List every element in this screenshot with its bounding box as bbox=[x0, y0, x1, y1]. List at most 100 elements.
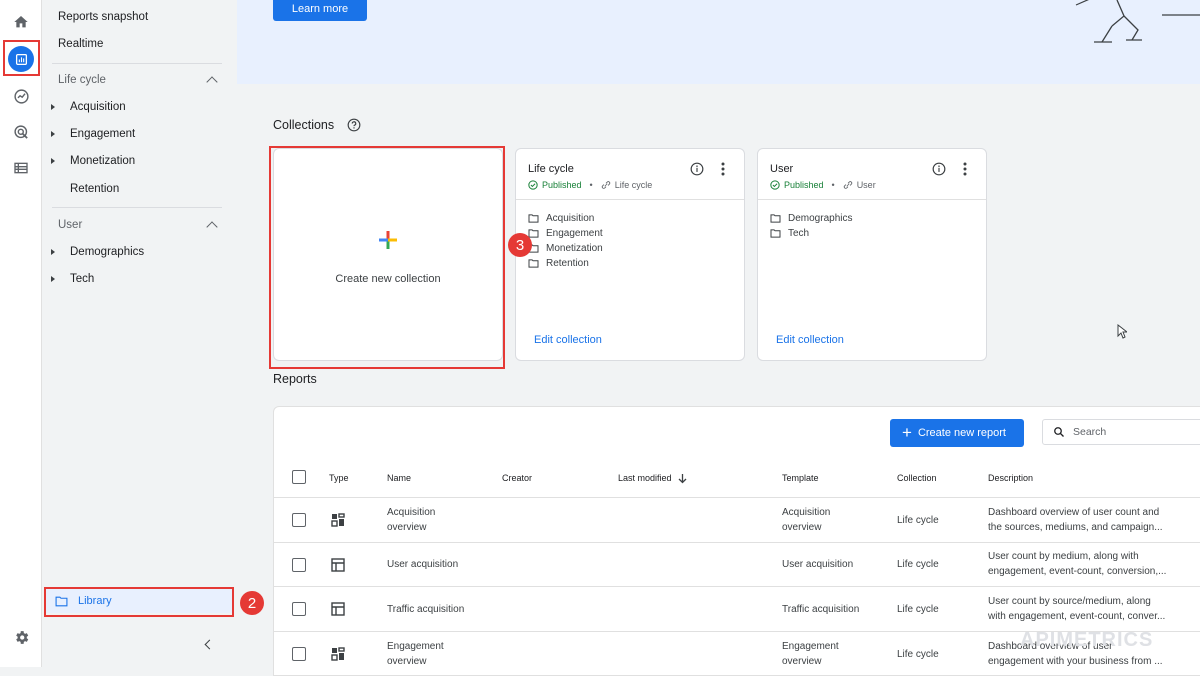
col-creator[interactable]: Creator bbox=[502, 473, 532, 483]
caret-right-icon bbox=[51, 158, 55, 164]
caret-right-icon bbox=[51, 104, 55, 110]
row-checkbox[interactable] bbox=[292, 513, 306, 527]
folder-icon bbox=[770, 229, 781, 238]
nav-divider bbox=[52, 63, 222, 64]
folder-icon bbox=[528, 214, 539, 223]
link-icon bbox=[843, 181, 852, 189]
search-placeholder: Search bbox=[1073, 426, 1107, 438]
link-icon bbox=[601, 181, 610, 189]
explore-icon[interactable] bbox=[9, 84, 33, 108]
report-name: Acquisition overview bbox=[387, 507, 436, 533]
col-collection[interactable]: Collection bbox=[897, 473, 937, 483]
nav-tech[interactable]: Tech bbox=[70, 273, 94, 285]
search-icon bbox=[1054, 427, 1064, 437]
folder-item: Engagement bbox=[528, 228, 603, 239]
chevron-up-icon[interactable] bbox=[206, 76, 218, 88]
info-banner: Learn more bbox=[237, 0, 1200, 84]
col-template[interactable]: Template bbox=[782, 473, 819, 483]
folder-icon bbox=[528, 229, 539, 238]
folder-item: Acquisition bbox=[528, 213, 594, 224]
report-template: Acquisition overview bbox=[782, 507, 831, 533]
home-icon[interactable] bbox=[9, 10, 33, 34]
collections-title: Collections bbox=[273, 118, 335, 132]
nav-monetization[interactable]: Monetization bbox=[70, 155, 135, 167]
card-title: User bbox=[770, 163, 794, 175]
report-collection: Life cycle bbox=[897, 515, 939, 526]
nav-section-user[interactable]: User bbox=[58, 219, 82, 231]
report-description: User count by source/medium, along with e… bbox=[988, 596, 1166, 622]
highlight-box-reports bbox=[3, 40, 40, 76]
collapse-nav-icon[interactable] bbox=[204, 639, 215, 650]
report-name: Traffic acquisition bbox=[387, 604, 465, 615]
report-name: User acquisition bbox=[387, 559, 459, 570]
annotation-badge-3: 3 bbox=[508, 233, 532, 257]
search-input[interactable]: Search bbox=[1042, 419, 1200, 445]
folder-item: Retention bbox=[528, 258, 589, 269]
nav-realtime[interactable]: Realtime bbox=[58, 38, 103, 50]
folder-item: Tech bbox=[770, 228, 809, 239]
watermark-text: APIMETRICS bbox=[1020, 629, 1154, 651]
published-label: Published bbox=[784, 180, 824, 190]
report-template: User acquisition bbox=[782, 559, 854, 570]
banner-illustration bbox=[1075, 0, 1200, 43]
chevron-up-icon[interactable] bbox=[206, 221, 218, 233]
table-icon bbox=[331, 558, 345, 572]
col-type[interactable]: Type bbox=[329, 473, 349, 483]
nav-reports-snapshot[interactable]: Reports snapshot bbox=[58, 11, 148, 23]
report-name: Engagement overview bbox=[387, 641, 444, 667]
help-icon[interactable] bbox=[347, 118, 361, 132]
learn-more-button[interactable]: Learn more bbox=[273, 0, 367, 21]
card-status: Published • Life cycle bbox=[528, 180, 652, 190]
report-template: Engagement overview bbox=[782, 641, 839, 667]
caret-right-icon bbox=[51, 249, 55, 255]
advertising-icon[interactable] bbox=[9, 120, 33, 144]
check-circle-icon bbox=[528, 180, 538, 190]
report-collection: Life cycle bbox=[897, 559, 939, 570]
create-new-report-button[interactable]: + Create new report bbox=[890, 419, 1024, 447]
collection-card-lifecycle: Life cycle Published • Life cycle Acquis… bbox=[515, 148, 745, 361]
edit-collection-link[interactable]: Edit collection bbox=[534, 334, 602, 346]
nav-demographics[interactable]: Demographics bbox=[70, 246, 144, 258]
nav-section-lifecycle[interactable]: Life cycle bbox=[58, 74, 106, 86]
nav-divider bbox=[52, 207, 222, 208]
col-last-modified[interactable]: Last modified bbox=[618, 473, 672, 483]
col-description[interactable]: Description bbox=[988, 473, 1033, 483]
info-icon[interactable] bbox=[690, 162, 704, 176]
nav-retention[interactable]: Retention bbox=[70, 183, 119, 195]
admin-gear-icon[interactable] bbox=[9, 625, 33, 649]
report-description: Dashboard overview of user count and the … bbox=[988, 507, 1163, 533]
card-title: Life cycle bbox=[528, 163, 574, 175]
collection-card-user: User Published • User Demographics Tech … bbox=[757, 148, 987, 361]
table-icon bbox=[331, 602, 345, 616]
more-vert-icon[interactable] bbox=[720, 162, 726, 176]
info-icon[interactable] bbox=[932, 162, 946, 176]
report-template: Traffic acquisition bbox=[782, 604, 860, 615]
select-all-checkbox[interactable] bbox=[292, 470, 306, 484]
report-collection: Life cycle bbox=[897, 649, 939, 660]
source-label: Life cycle bbox=[614, 180, 653, 190]
mouse-cursor-icon bbox=[1117, 324, 1127, 339]
nav-engagement[interactable]: Engagement bbox=[70, 128, 135, 140]
reports-title: Reports bbox=[273, 372, 317, 386]
create-new-report-label: Create new report bbox=[917, 427, 1006, 439]
row-checkbox[interactable] bbox=[292, 647, 306, 661]
published-label: Published bbox=[542, 180, 582, 190]
configure-icon[interactable] bbox=[9, 156, 33, 180]
sort-down-arrow-icon[interactable] bbox=[678, 473, 687, 484]
col-name[interactable]: Name bbox=[387, 473, 411, 483]
reports-sidenav: Reports snapshot Realtime Life cycle Acq… bbox=[42, 0, 237, 667]
folder-icon bbox=[528, 259, 539, 268]
folder-item: Monetization bbox=[528, 243, 603, 254]
report-description: User count by medium, along with engageme… bbox=[988, 551, 1167, 577]
nav-acquisition[interactable]: Acquisition bbox=[70, 101, 126, 113]
icon-rail bbox=[0, 0, 42, 667]
highlight-box-create-collection bbox=[269, 146, 505, 369]
source-label: User bbox=[856, 180, 876, 190]
more-vert-icon[interactable] bbox=[962, 162, 968, 176]
caret-right-icon bbox=[51, 131, 55, 137]
dashboard-icon bbox=[331, 513, 345, 527]
edit-collection-link[interactable]: Edit collection bbox=[776, 334, 844, 346]
folder-item: Demographics bbox=[770, 213, 852, 224]
row-checkbox[interactable] bbox=[292, 558, 306, 572]
row-checkbox[interactable] bbox=[292, 602, 306, 616]
